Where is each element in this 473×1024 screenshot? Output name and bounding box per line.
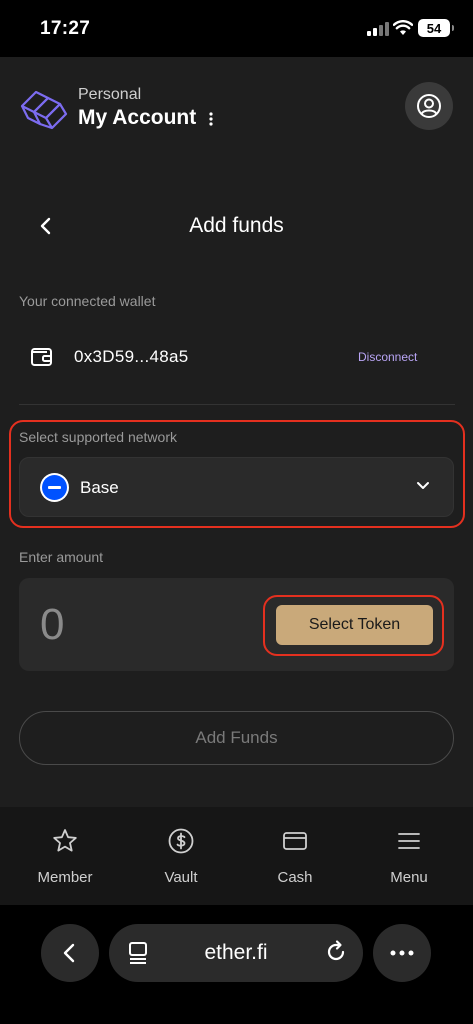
add-funds-button[interactable]: Add Funds (19, 711, 454, 765)
nav-item-cash[interactable]: Cash (245, 827, 345, 886)
amount-input[interactable]: 0 (40, 600, 64, 650)
user-circle-icon (417, 94, 441, 118)
star-icon (53, 829, 77, 852)
account-name[interactable]: My Account (78, 106, 196, 130)
nav-label-menu: Menu (390, 869, 428, 886)
wifi-icon (393, 20, 413, 35)
ether-fi-logo-icon[interactable] (18, 84, 70, 136)
divider (19, 404, 455, 405)
hamburger-menu-icon (398, 833, 420, 849)
wallet-section-label: Your connected wallet (19, 293, 156, 309)
chevron-left-icon (63, 943, 75, 963)
back-chevron-icon[interactable] (34, 214, 58, 238)
status-time: 17:27 (40, 18, 91, 39)
base-network-icon (40, 473, 69, 502)
browser-back-button[interactable] (41, 924, 99, 982)
card-icon (283, 832, 307, 850)
amount-section-label: Enter amount (19, 549, 104, 565)
cellular-signal-icon (367, 22, 389, 36)
nav-item-menu[interactable]: Menu (359, 827, 459, 886)
selected-network-name: Base (80, 478, 119, 497)
select-token-button[interactable]: Select Token (276, 605, 433, 645)
nav-label-vault: Vault (164, 869, 198, 886)
wallet-icon (31, 348, 52, 366)
vertical-dots-icon[interactable] (207, 109, 215, 129)
profile-button[interactable] (405, 82, 453, 130)
account-type-label: Personal (78, 86, 142, 103)
page-title: Add funds (189, 214, 284, 237)
nav-label-cash: Cash (277, 869, 313, 886)
battery-indicator: 54 (418, 19, 454, 37)
disconnect-link[interactable]: Disconnect (358, 350, 417, 364)
wallet-address: 0x3D59...48a5 (74, 347, 189, 366)
chevron-down-icon[interactable] (414, 479, 432, 493)
nav-label-member: Member (37, 869, 93, 886)
horizontal-dots-icon (390, 950, 414, 956)
nav-item-vault[interactable]: Vault (131, 827, 231, 886)
nav-item-member[interactable]: Member (15, 827, 115, 886)
dollar-circle-icon (168, 828, 194, 854)
network-section-label: Select supported network (19, 429, 177, 445)
reload-icon[interactable] (323, 939, 349, 965)
browser-more-button[interactable] (373, 924, 431, 982)
